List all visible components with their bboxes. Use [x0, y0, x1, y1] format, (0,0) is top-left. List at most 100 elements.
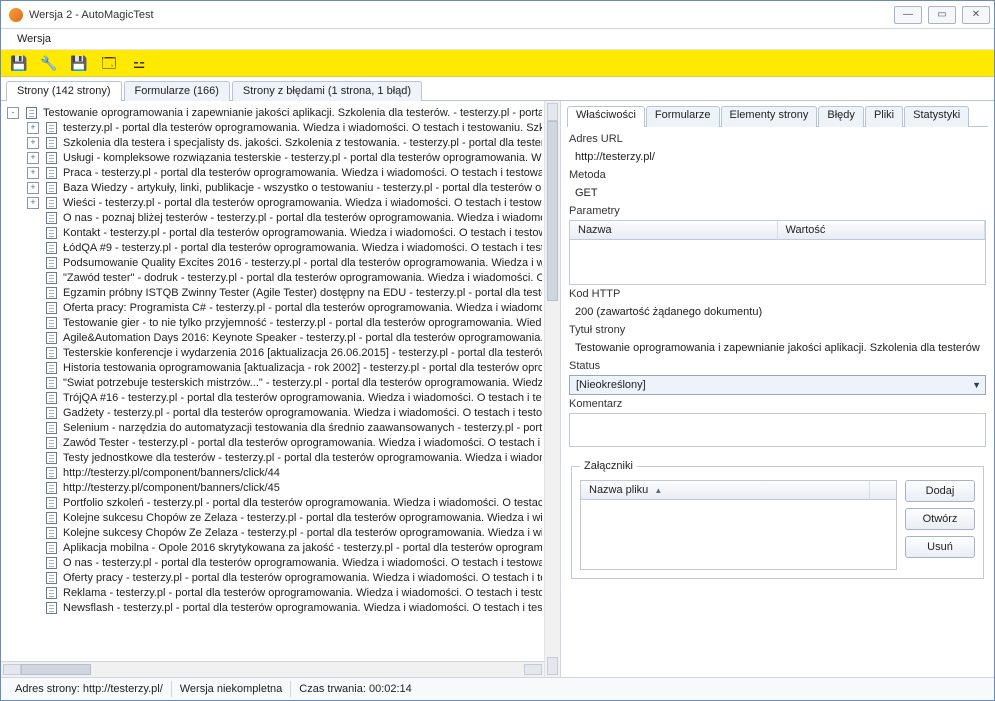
tree-row[interactable]: O nas - poznaj bliżej testerów - testerz… [7, 210, 542, 225]
label-metoda: Metoda [569, 169, 986, 181]
collapse-icon[interactable]: - [7, 107, 19, 119]
tree-row[interactable]: Gadżety - testerzy.pl - portal dla teste… [7, 405, 542, 420]
rtab-formularze[interactable]: Formularze [646, 106, 720, 127]
tree-row-label: Kolejne sukcesy Chopów Ze Zelaza - teste… [63, 527, 542, 539]
tree-row[interactable]: Egzamin próbny ISTQB Zwinny Tester (Agil… [7, 285, 542, 300]
tree-row-label: Wieści - testerzy.pl - portal dla tester… [63, 197, 542, 209]
expand-icon[interactable]: + [27, 167, 39, 179]
status-select[interactable]: [Nieokreślony] ▼ [569, 375, 986, 395]
page-tree[interactable]: -Testowanie oprogramowania i zapewnianie… [1, 101, 544, 661]
tree-row[interactable]: Reklama - testerzy.pl - portal dla teste… [7, 585, 542, 600]
tree-row[interactable]: TrójQA #16 - testerzy.pl - portal dla te… [7, 390, 542, 405]
tree-row[interactable]: Podsumowanie Quality Excites 2016 - test… [7, 255, 542, 270]
page-icon [43, 407, 59, 419]
tree-row[interactable]: http://testerzy.pl/component/banners/cli… [7, 480, 542, 495]
minimize-button[interactable]: — [894, 6, 922, 24]
tree-row[interactable]: Oferty pracy - testerzy.pl - portal dla … [7, 570, 542, 585]
status-czas: Czas trwania: 00:02:14 [291, 681, 420, 697]
tree-row[interactable]: "Świat potrzebuje testerskich mistrzów..… [7, 375, 542, 390]
tree-row[interactable]: + Usługi - kompleksowe rozwiązania tester… [7, 150, 542, 165]
expand-icon[interactable]: + [27, 137, 39, 149]
page-icon [43, 137, 59, 149]
page-icon [43, 227, 59, 239]
page-icon [43, 212, 59, 224]
tab-bledy[interactable]: Strony z błędami (1 strona, 1 błąd) [232, 81, 422, 101]
parametry-header-wartosc[interactable]: Wartość [778, 221, 986, 239]
id-card-icon[interactable]: 🗔 [99, 54, 119, 72]
wrench-icon[interactable]: 🔧 [39, 54, 59, 72]
page-icon [43, 332, 59, 344]
page-icon [43, 272, 59, 284]
btn-usun[interactable]: Usuń [905, 536, 975, 558]
main-body: -Testowanie oprogramowania i zapewnianie… [1, 101, 994, 678]
label-status: Status [569, 360, 986, 372]
tree-row[interactable]: Zawód Tester - testerzy.pl - portal dla … [7, 435, 542, 450]
tree-row-label: Usługi - kompleksowe rozwiązania testers… [63, 152, 542, 164]
tree-row-label: Testerskie konferencje i wydarzenia 2016… [63, 347, 542, 359]
tab-strony[interactable]: Strony (142 strony) [6, 81, 122, 101]
tree-row-label: Portfolio szkoleń - testerzy.pl - portal… [63, 497, 542, 509]
window-title: Wersja 2 - AutoMagicTest [29, 9, 154, 21]
page-icon [43, 497, 59, 509]
tree-row[interactable]: Oferta pracy: Programista C# - testerzy.… [7, 300, 542, 315]
attachments-body[interactable] [580, 500, 897, 570]
expand-icon[interactable]: + [27, 182, 39, 194]
btn-otworz[interactable]: Otwórz [905, 508, 975, 530]
tree-row[interactable]: Kolejne sukcesy Chopów Ze Zelaza - teste… [7, 525, 542, 540]
page-icon [43, 452, 59, 464]
btn-dodaj[interactable]: Dodaj [905, 480, 975, 502]
vertical-scrollbar[interactable] [544, 101, 560, 677]
tree-row[interactable]: -Testowanie oprogramowania i zapewnianie… [7, 105, 542, 120]
tree-row[interactable]: Portfolio szkoleń - testerzy.pl - portal… [7, 495, 542, 510]
komentarz-textarea[interactable] [569, 413, 986, 447]
page-icon [43, 242, 59, 254]
tree-row[interactable]: http://testerzy.pl/component/banners/cli… [7, 465, 542, 480]
tree-row[interactable]: +Praca - testerzy.pl - portal dla tester… [7, 165, 542, 180]
horizontal-scrollbar[interactable] [1, 661, 544, 677]
page-icon [43, 122, 59, 134]
expand-icon[interactable]: + [27, 152, 39, 164]
tree-row-label: Gadżety - testerzy.pl - portal dla teste… [63, 407, 542, 419]
tree-row[interactable]: +testerzy.pl - portal dla testerów oprog… [7, 120, 542, 135]
tree-row[interactable]: Selenium - narzędzia do automatyzacji te… [7, 420, 542, 435]
tree-row[interactable]: + Wieści - testerzy.pl - portal dla teste… [7, 195, 542, 210]
close-button[interactable]: ✕ [962, 6, 990, 24]
tree-row[interactable]: Historia testowania oprogramowania [aktu… [7, 360, 542, 375]
expand-icon[interactable]: + [27, 122, 39, 134]
sitemap-icon[interactable]: ⚍ [129, 54, 149, 72]
maximize-button[interactable]: ▭ [928, 6, 956, 24]
tree-row[interactable]: Testerskie konferencje i wydarzenia 2016… [7, 345, 542, 360]
rtab-wlasciwosci[interactable]: Właściwości [567, 106, 645, 127]
page-icon [43, 362, 59, 374]
tree-row-label: Podsumowanie Quality Excites 2016 - test… [63, 257, 542, 269]
app-icon [9, 8, 23, 22]
chevron-down-icon: ▼ [972, 380, 981, 390]
tree-row[interactable]: Aplikacja mobilna - Opole 2016 skrytykow… [7, 540, 542, 555]
rtab-pliki[interactable]: Pliki [865, 106, 903, 127]
tree-row[interactable]: O nas - testerzy.pl - portal dla testeró… [7, 555, 542, 570]
tree-row[interactable]: Newsflash - testerzy.pl - portal dla tes… [7, 600, 542, 615]
rtab-statystyki[interactable]: Statystyki [904, 106, 969, 127]
attachments-header-nazwa[interactable]: Nazwa pliku ▲ [581, 481, 870, 499]
save-all-icon[interactable]: 💾 [69, 54, 89, 72]
tree-row[interactable]: Testy jednostkowe dla testerów - testerz… [7, 450, 542, 465]
tree-row[interactable]: +Baza Wiedzy - artykuły, linki, publikac… [7, 180, 542, 195]
status-wersja: Wersja niekompletna [172, 681, 292, 697]
save-icon[interactable]: 💾 [9, 54, 29, 72]
tree-row-label: O nas - testerzy.pl - portal dla testeró… [63, 557, 542, 569]
tree-row[interactable]: Testowanie gier - to nie tylko przyjemno… [7, 315, 542, 330]
menu-wersja[interactable]: Wersja [11, 31, 57, 47]
tree-row[interactable]: Kolejne sukcesu Chopów ze Zelaza - teste… [7, 510, 542, 525]
parametry-header-nazwa[interactable]: Nazwa [570, 221, 778, 239]
tree-row[interactable]: Agile&Automation Days 2016: Keynote Spea… [7, 330, 542, 345]
rtab-elementy[interactable]: Elementy strony [721, 106, 818, 127]
tree-row[interactable]: "Zawód tester" - dodruk - testerzy.pl - … [7, 270, 542, 285]
tree-row[interactable]: ŁódQA #9 - testerzy.pl - portal dla test… [7, 240, 542, 255]
page-icon [43, 587, 59, 599]
tab-formularze[interactable]: Formularze (166) [124, 81, 230, 101]
tree-row-label: Oferta pracy: Programista C# - testerzy.… [63, 302, 542, 314]
rtab-bledy[interactable]: Błędy [818, 106, 864, 127]
expand-icon[interactable]: + [27, 197, 39, 209]
tree-row[interactable]: +Szkolenia dla testera i specjalisty ds.… [7, 135, 542, 150]
tree-row[interactable]: Kontakt - testerzy.pl - portal dla teste… [7, 225, 542, 240]
